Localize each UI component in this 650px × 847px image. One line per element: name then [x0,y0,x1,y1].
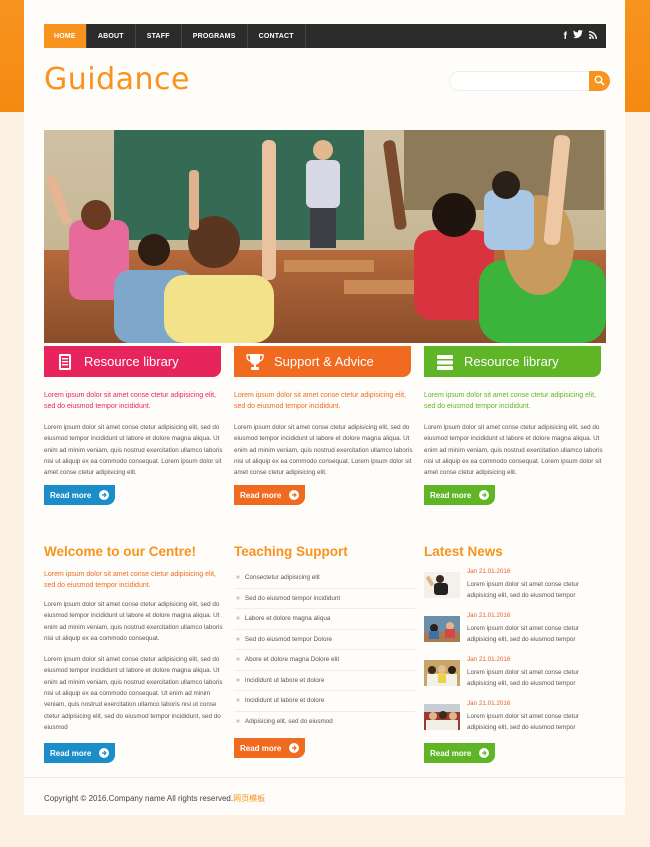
site-logo[interactable]: Guidance [44,62,190,97]
list-item[interactable]: » Consectetur adipisicing elit [234,568,415,589]
bottom-band [0,815,650,847]
chevron-right-icon: » [236,718,240,726]
twitter-icon[interactable] [573,30,583,42]
arrow-right-icon [479,748,490,758]
feature-tab-resource-library-2[interactable]: Resource library [424,346,601,377]
news-text: Lorem ipsum dolor sit amet conse ctetur … [467,581,579,599]
news-thumbnail [424,660,460,686]
template-link[interactable]: 网页模板 [233,794,265,803]
chevron-right-icon: » [236,615,240,623]
list-item[interactable]: » Abore et dolore magna Dolore elit [234,650,415,671]
trophy-icon [244,351,266,373]
feature-body: Lorem ipsum dolor sit amet conse ctetur … [424,424,603,477]
feature-column-3: Lorem ipsum dolor sit amet conse ctetur … [424,390,605,478]
news-text: Lorem ipsum dolor sit amet conse ctetur … [467,625,579,643]
nav-contact[interactable]: CONTACT [248,24,306,48]
list-item[interactable]: » Sed do eiusmod tempor incididunt [234,589,415,609]
read-more-button[interactable]: Read more [234,485,305,505]
feature-title: Support & Advice [274,354,374,369]
copyright-label: Copyright © 2016.Company name All rights… [44,794,234,803]
stack-icon [434,351,456,373]
chevron-right-icon: » [236,635,240,643]
rss-icon[interactable] [589,30,597,42]
news-date: Jan 21.01.2016 [467,700,511,707]
news-date: Jan 21.01.2016 [467,656,511,663]
arrow-right-icon [99,490,110,500]
feature-lead: Lorem ipsum dolor sit amet conse ctetur … [234,392,406,410]
feature-title: Resource library [84,354,179,369]
list-item[interactable]: » Incididunt ut labore et dolore [234,691,415,712]
teaching-support-list: » Consectetur adipisicing elit » Sed do ei… [234,568,415,732]
button-label: Read more [240,490,282,500]
feature-body: Lorem ipsum dolor sit amet conse ctetur … [234,424,413,477]
welcome-read-more-button[interactable]: Read more [44,743,115,763]
footer-divider [24,777,625,778]
nav-home[interactable]: HOME [44,24,87,48]
news-thumbnail [424,616,460,642]
button-label: Read more [430,490,472,500]
social-links: f [564,30,606,42]
read-more-button[interactable]: Read more [44,485,115,505]
button-label: Read more [240,743,282,753]
copyright-text: Copyright © 2016.Company name All rights… [44,793,265,804]
chevron-right-icon: » [236,676,240,684]
news-item[interactable]: Jan 21.01.2016 Lorem ipsum dolor sit ame… [424,656,605,696]
news-text: Lorem ipsum dolor sit amet conse ctetur … [467,713,579,731]
teaching-support-title: Teaching Support [234,544,348,559]
hero-classroom-image [44,130,606,343]
nav-about[interactable]: ABOUT [87,24,136,48]
arrow-right-icon [289,743,300,753]
feature-body: Lorem ipsum dolor sit amet conse ctetur … [44,424,223,477]
news-date: Jan 21.01.2016 [467,612,511,619]
news-date: Jan 21.01.2016 [467,568,511,575]
button-label: Read more [50,748,92,758]
news-item[interactable]: Jan 21.01.2016 Lorem ipsum dolor sit ame… [424,700,605,740]
search-button[interactable] [589,71,610,91]
facebook-icon[interactable]: f [564,31,567,42]
news-item[interactable]: Jan 21.01.2016 Lorem ipsum dolor sit ame… [424,612,605,652]
news-text: Lorem ipsum dolor sit amet conse ctetur … [467,669,579,687]
feature-tab-support-advice[interactable]: Support & Advice [234,346,411,377]
read-more-button[interactable]: Read more [424,485,495,505]
feature-tab-resource-library[interactable]: Resource library [44,346,221,377]
chevron-right-icon: » [236,697,240,705]
feature-column-1: Lorem ipsum dolor sit amet conse ctetur … [44,390,225,478]
arrow-right-icon [99,748,110,758]
arrow-right-icon [479,490,490,500]
search-input[interactable] [449,71,590,91]
feature-lead: Lorem ipsum dolor sit amet conse ctetur … [424,392,596,410]
button-label: Read more [430,748,472,758]
list-item[interactable]: » Incididunt ut labore et dolore [234,671,415,691]
teaching-read-more-button[interactable]: Read more [234,738,305,758]
feature-column-2: Lorem ipsum dolor sit amet conse ctetur … [234,390,415,478]
chevron-right-icon: » [236,594,240,602]
latest-news-title: Latest News [424,544,503,559]
list-item[interactable]: » Sed do eiusmod tempor Dolore [234,630,415,650]
button-label: Read more [50,490,92,500]
welcome-title: Welcome to our Centre! [44,544,197,559]
news-thumbnail [424,704,460,730]
welcome-body-2: Lorem ipsum dolor sit amet conse ctetur … [44,656,223,731]
search-icon [594,75,605,86]
feature-title: Resource library [464,354,559,369]
news-read-more-button[interactable]: Read more [424,743,495,763]
nav-programs[interactable]: PROGRAMS [182,24,248,48]
main-nav: HOME ABOUT STAFF PROGRAMS CONTACT f [44,24,606,48]
news-item[interactable]: Jan 21.01.2016 Lorem ipsum dolor sit ame… [424,568,605,608]
list-item[interactable]: » Adipisicing elit, sed do eiusmod [234,712,415,733]
nav-staff[interactable]: STAFF [136,24,182,48]
list-item[interactable]: » Labore et dolore magna aliqua [234,609,415,630]
news-thumbnail [424,572,460,598]
chevron-right-icon: » [236,574,240,582]
chevron-right-icon: » [236,656,240,664]
welcome-lead: Lorem ipsum dolor sit amet conse ctetur … [44,571,216,589]
arrow-right-icon [289,490,300,500]
welcome-column: Lorem ipsum dolor sit amet conse ctetur … [44,569,225,733]
book-icon [54,351,76,373]
welcome-body-1: Lorem ipsum dolor sit amet conse ctetur … [44,601,223,642]
feature-lead: Lorem ipsum dolor sit amet conse ctetur … [44,392,216,410]
